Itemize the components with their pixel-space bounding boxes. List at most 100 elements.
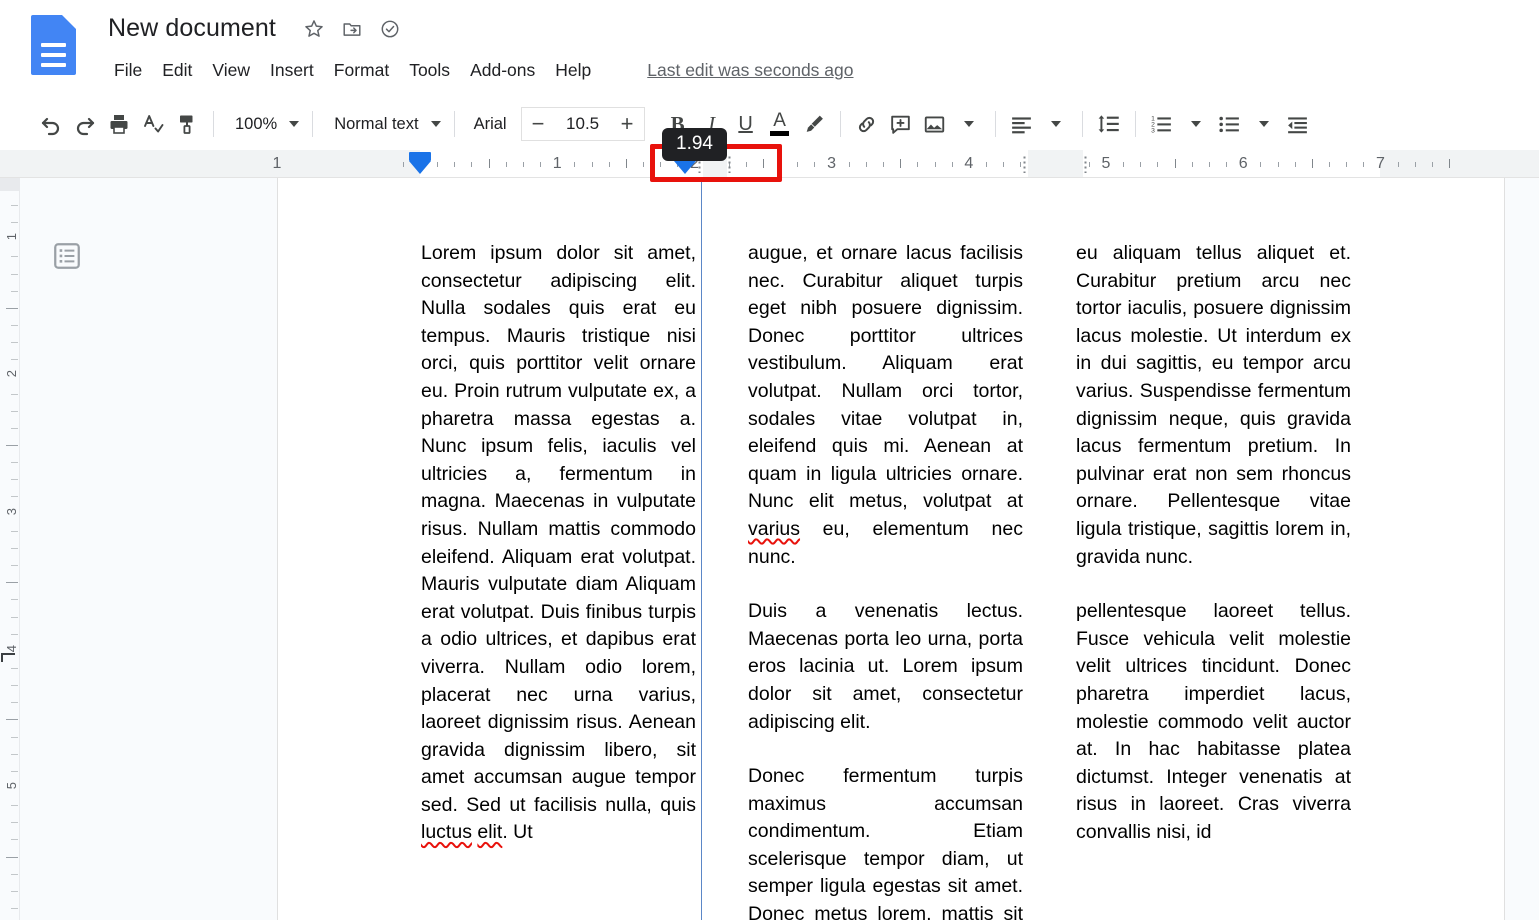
ruler-page-area (277, 150, 1505, 177)
line-spacing-icon[interactable] (1092, 107, 1126, 141)
numbered-list-dropdown[interactable] (1179, 107, 1213, 141)
ruler-tick (540, 162, 542, 167)
zoom-value: 100% (235, 114, 278, 133)
text-color-button[interactable]: A (763, 107, 797, 141)
vertical-ruler-tick (11, 599, 18, 601)
document-page[interactable]: Lorem ipsum dolor sit amet, consectetur … (277, 178, 1505, 920)
font-size-decrease-button[interactable]: − (520, 107, 555, 141)
vertical-ruler-tick (11, 565, 18, 567)
ruler-tick (1294, 162, 1296, 167)
text-column-1[interactable]: Lorem ipsum dolor sit amet, consectetur … (421, 240, 696, 920)
vertical-ruler-tick (6, 582, 18, 584)
vertical-ruler-tick (11, 753, 18, 755)
column-gap-marker[interactable] (727, 155, 733, 173)
column-left-indent-marker[interactable] (674, 161, 696, 174)
ruler-number-left-margin: 1 (272, 155, 282, 172)
align-left-icon[interactable] (1005, 107, 1039, 141)
font-family-select[interactable]: Arial (464, 107, 517, 141)
column-gap-marker[interactable] (1083, 155, 1089, 173)
ruler-tick (471, 162, 473, 167)
menu-file[interactable]: File (104, 58, 152, 82)
top-bar: New document File Edit View Insert Forma… (0, 0, 1539, 98)
vertical-ruler-tick (6, 307, 18, 309)
bulleted-list-icon[interactable] (1213, 107, 1247, 141)
print-icon[interactable] (102, 107, 136, 141)
insert-image-dropdown[interactable] (952, 107, 986, 141)
spellcheck-icon[interactable] (136, 107, 170, 141)
document-title[interactable]: New document (108, 14, 276, 43)
font-size-increase-button[interactable]: + (610, 107, 645, 141)
menu-edit[interactable]: Edit (152, 58, 202, 82)
cloud-saved-icon[interactable] (379, 18, 401, 40)
zoom-select[interactable]: 100% (223, 107, 303, 141)
menu-view[interactable]: View (202, 58, 260, 82)
undo-icon[interactable] (34, 107, 68, 141)
redo-icon[interactable] (68, 107, 102, 141)
ruler-number: 6 (1238, 155, 1248, 172)
indent-value-tooltip: 1.94 (662, 128, 727, 161)
ruler-number: 7 (1375, 155, 1385, 172)
last-edit-status[interactable]: Last edit was seconds ago (647, 58, 853, 82)
toolbar-divider (1081, 111, 1083, 137)
align-dropdown[interactable] (1039, 107, 1073, 141)
font-size-input[interactable]: 10.5 (554, 107, 611, 141)
ruler-tick (1346, 162, 1348, 167)
document-outline-icon[interactable] (52, 241, 82, 271)
menu-help[interactable]: Help (545, 58, 601, 82)
text-run: . Ut (502, 821, 533, 844)
decrease-indent-icon[interactable] (1281, 107, 1315, 141)
ruler-tick (1363, 162, 1365, 167)
left-indent-marker[interactable] (409, 161, 431, 174)
paint-format-icon[interactable] (170, 107, 204, 141)
numbered-list-icon[interactable]: 1 2 3 (1145, 107, 1179, 141)
vertical-ruler-tick (6, 445, 18, 446)
toolbar-divider (453, 111, 455, 137)
menu-add-ons[interactable]: Add-ons (460, 58, 545, 82)
chevron-down-icon (289, 121, 300, 127)
star-icon[interactable] (303, 18, 325, 40)
bulleted-list-dropdown[interactable] (1247, 107, 1281, 141)
menu-tools[interactable]: Tools (399, 58, 460, 82)
paragraph-style-select[interactable]: Normal text (322, 107, 444, 141)
underline-button[interactable]: U (729, 107, 763, 141)
add-comment-icon[interactable] (884, 107, 918, 141)
menu-insert[interactable]: Insert (260, 58, 324, 82)
vertical-ruler-tick (11, 890, 18, 892)
ruler-tick (1226, 162, 1228, 167)
misspelled-word: varius (748, 517, 801, 540)
first-line-indent-marker[interactable] (409, 152, 431, 161)
vertical-ruler-tick (11, 222, 18, 224)
link-icon[interactable] (850, 107, 884, 141)
paragraph: Duis a venenatis lectus. Maecenas porta … (748, 598, 1023, 736)
vertical-ruler-number: 4 (4, 644, 19, 653)
google-docs-logo[interactable] (31, 15, 76, 75)
menu-format[interactable]: Format (324, 58, 399, 82)
ruler-tick (745, 162, 747, 167)
ruler-tick (1174, 159, 1176, 168)
vertical-ruler-tick (6, 856, 18, 858)
move-to-folder-icon[interactable] (341, 18, 363, 40)
ruler-tick (1123, 162, 1125, 167)
chevron-down-icon (963, 121, 974, 127)
vertical-ruler-tick (11, 873, 18, 875)
text-column-2[interactable]: augue, et ornare lacus facilisis nec. Cu… (748, 240, 1023, 920)
ruler-tick (1431, 162, 1433, 167)
ruler-tick (1140, 162, 1142, 167)
text-run: augue, et ornare lacus facilisis nec. Cu… (748, 242, 1023, 513)
vertical-margin-marker[interactable] (1, 653, 15, 662)
text-run: Lorem ipsum dolor sit amet, consectetur … (421, 242, 696, 816)
column-gutter-zone (1028, 150, 1083, 177)
vertical-ruler-tick (11, 822, 18, 824)
right-margin-zone[interactable] (1380, 150, 1505, 177)
ruler-tick (780, 162, 782, 167)
highlight-icon[interactable] (797, 107, 831, 141)
ruler-tick (1003, 162, 1005, 167)
vertical-ruler[interactable]: 1 2 3 4 5 (0, 178, 20, 920)
vertical-ruler-tick (11, 547, 18, 549)
vertical-ruler-tick (11, 256, 18, 258)
horizontal-ruler[interactable]: 12345671 (0, 150, 1539, 178)
text-column-3[interactable]: eu aliquam tellus aliquet et. Curabitur … (1076, 240, 1351, 920)
insert-image-icon[interactable] (918, 107, 952, 141)
title-icon-group (303, 18, 401, 40)
left-margin-zone[interactable] (277, 150, 420, 177)
